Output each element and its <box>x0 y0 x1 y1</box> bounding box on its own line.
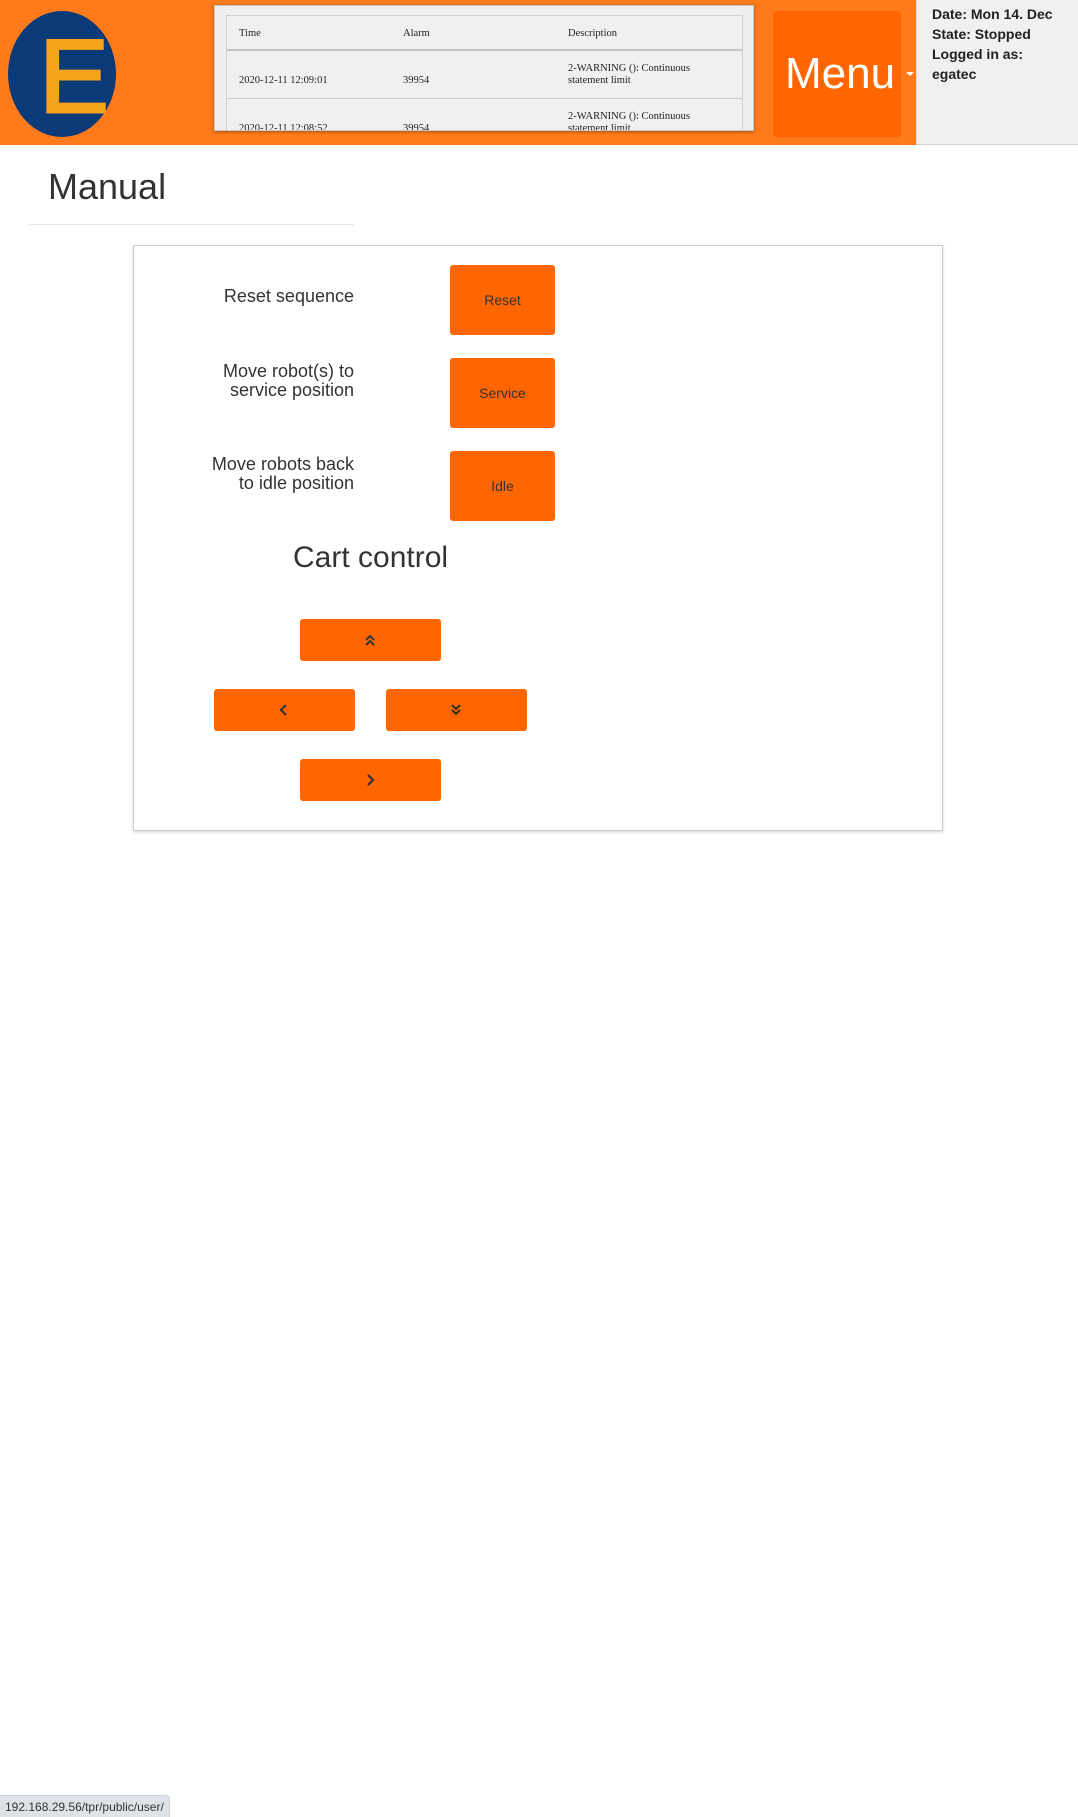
alarm-code: 39954 <box>403 123 430 131</box>
column-header-description: Description <box>568 28 617 39</box>
label-line: to idle position <box>238 473 354 493</box>
alarm-table: Time Alarm Description 2020-12-11 12:09:… <box>226 15 743 131</box>
cart-control-title: Cart control <box>293 541 449 574</box>
alarm-time: 2020-12-11 12:08:52 <box>239 123 328 131</box>
alarm-table-header: Time Alarm Description <box>227 16 742 51</box>
idle-position-label: Move robots back to idle position <box>212 455 354 493</box>
manual-panel: Reset sequence Reset Move robot(s) to se… <box>133 245 943 831</box>
column-header-time: Time <box>239 28 261 39</box>
page-title: Manual <box>48 166 167 207</box>
alarm-list[interactable]: Time Alarm Description 2020-12-11 12:09:… <box>214 5 754 131</box>
double-chevron-up-icon <box>365 634 375 646</box>
reset-button[interactable]: Reset <box>450 265 555 335</box>
cart-down-button[interactable] <box>386 689 527 731</box>
label-line: Move robot(s) to <box>222 361 354 381</box>
browser-status-url: 192.168.29.56/tpr/public/user/ <box>0 1795 170 1817</box>
alarm-description: 2-WARNING (): Continuous statement limit <box>568 111 690 131</box>
menu-label: Menu <box>785 49 896 98</box>
caret-down-icon <box>906 72 914 76</box>
column-header-alarm: Alarm <box>403 28 430 39</box>
app-root: E Time Alarm Description 2020-12-11 12:0… <box>0 0 1078 1817</box>
label-line: service position <box>229 380 354 400</box>
svg-text:E: E <box>39 19 108 135</box>
logged-in-label: Logged in as: <box>932 46 1023 62</box>
reset-sequence-label: Reset sequence <box>224 287 354 306</box>
label-line: Move robots back <box>211 454 354 474</box>
table-row: 2020-12-11 12:09:01 39954 2-WARNING (): … <box>227 51 742 99</box>
cart-right-button[interactable] <box>300 759 441 801</box>
state-text: State: Stopped <box>932 26 1031 42</box>
cart-left-button[interactable] <box>214 689 355 731</box>
company-logo: E <box>8 11 116 137</box>
label-line: Reset sequence <box>223 286 354 306</box>
double-chevron-down-icon <box>451 704 461 716</box>
service-button[interactable]: Service <box>450 358 555 428</box>
alarm-code: 39954 <box>403 75 430 86</box>
alarm-time: 2020-12-11 12:09:01 <box>239 75 328 86</box>
username-text: egatec <box>932 66 977 82</box>
cart-up-button[interactable] <box>300 619 441 661</box>
header-bar: E Time Alarm Description 2020-12-11 12:0… <box>0 0 916 145</box>
title-divider <box>29 224 354 225</box>
chevron-right-icon <box>367 774 375 786</box>
menu-button[interactable]: Menu <box>773 11 914 137</box>
service-position-label: Move robot(s) to service position <box>223 362 354 400</box>
alarm-description: 2-WARNING (): Continuous statement limit <box>568 63 690 86</box>
status-panel: Date: Mon 14. Dec State: Stopped Logged … <box>916 0 1078 145</box>
idle-button[interactable]: Idle <box>450 451 555 521</box>
date-text: Date: Mon 14. Dec <box>932 6 1053 22</box>
table-row: 2020-12-11 12:08:52 39954 2-WARNING (): … <box>227 99 742 131</box>
chevron-left-icon <box>279 704 287 716</box>
